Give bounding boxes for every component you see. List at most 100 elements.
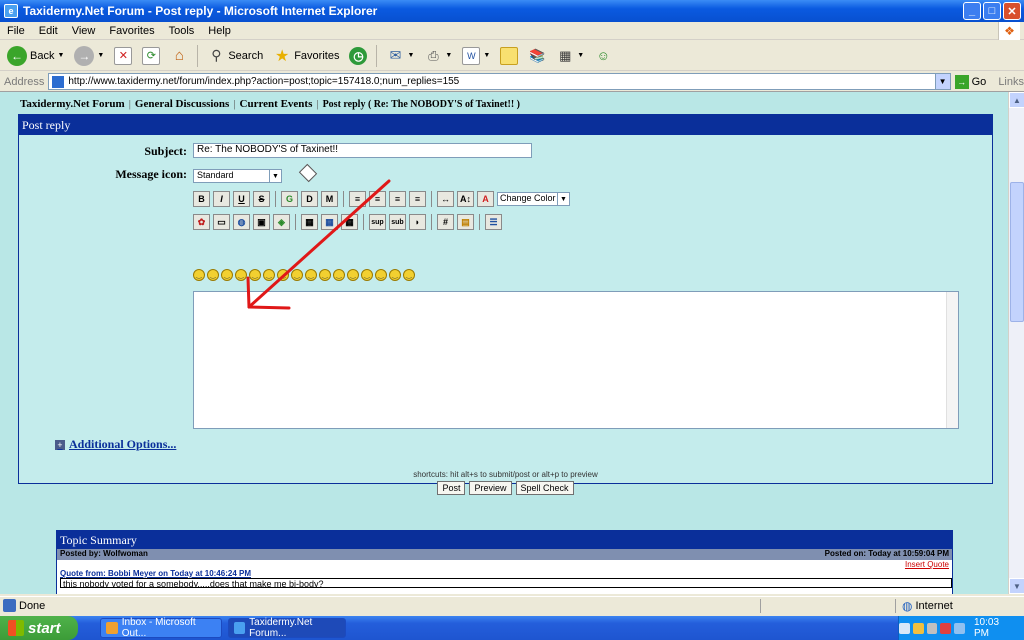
menu-view[interactable]: View <box>65 25 103 37</box>
media-button[interactable]: ▦ ▼ <box>553 44 587 68</box>
breadcrumb-current-events[interactable]: Current Events <box>240 98 313 110</box>
italic-button[interactable]: I <box>213 191 230 207</box>
list-button[interactable]: ☰ <box>485 214 502 230</box>
breadcrumb-general[interactable]: General Discussions <box>135 98 229 110</box>
email-button[interactable]: ▣ <box>253 214 270 230</box>
smiley-icon[interactable]: ‿ <box>375 269 387 281</box>
back-button[interactable]: ← Back ▼ <box>4 44 67 68</box>
address-dropdown-icon[interactable]: ▼ <box>934 74 950 89</box>
post-button[interactable]: Post <box>437 481 466 495</box>
messenger-icon: ☺ <box>596 48 610 63</box>
tray-icon-4[interactable] <box>940 622 952 634</box>
smiley-icon[interactable]: ‿ <box>403 269 415 281</box>
smiley-icon[interactable]: ‿ <box>249 269 261 281</box>
strike-button[interactable]: S <box>253 191 270 207</box>
teletype-button[interactable]: ◗ <box>409 214 426 230</box>
stop-button[interactable]: ✕ <box>111 44 135 68</box>
smiley-icon[interactable]: ‿ <box>347 269 359 281</box>
ftp-button[interactable]: ◈ <box>273 214 290 230</box>
menu-file[interactable]: File <box>0 25 32 37</box>
close-button[interactable]: ✕ <box>1003 2 1021 20</box>
font-size-button[interactable]: A↕ <box>457 191 474 207</box>
align-right-button[interactable]: ≡ <box>389 191 406 207</box>
tray-icon-1[interactable] <box>899 622 910 634</box>
smiley-icon[interactable]: ‿ <box>291 269 303 281</box>
links-button[interactable]: Links <box>998 76 1024 88</box>
tray-icon-3[interactable] <box>926 622 938 634</box>
quote-from-link[interactable]: Quote from: Bobbi Meyer on Today at 10:4… <box>57 569 952 578</box>
subscript-button[interactable]: sub <box>389 214 406 230</box>
smiley-icon[interactable]: ‿ <box>221 269 233 281</box>
message-textarea[interactable] <box>193 291 959 429</box>
scroll-thumb[interactable] <box>1010 182 1024 322</box>
change-color-select[interactable]: Change Color ▼ <box>497 192 570 206</box>
spell-check-button[interactable]: Spell Check <box>515 481 574 495</box>
additional-options-link[interactable]: + Additional Options... <box>55 437 176 452</box>
subject-input[interactable]: Re: The NOBODY'S of Taxinet!! <box>193 143 532 158</box>
hr-button[interactable]: ↔ <box>437 191 454 207</box>
smiley-icon[interactable]: ‿ <box>207 269 219 281</box>
underline-button[interactable]: U <box>233 191 250 207</box>
history-button[interactable]: ◷ <box>346 44 370 68</box>
breadcrumb-forum[interactable]: Taxidermy.Net Forum <box>20 98 125 110</box>
smiley-icon[interactable]: ‿ <box>319 269 331 281</box>
menu-help[interactable]: Help <box>201 25 238 37</box>
image-button[interactable]: ▭ <box>213 214 230 230</box>
start-button[interactable]: start <box>0 616 78 640</box>
table-row-button[interactable]: ▦ <box>321 214 338 230</box>
research-button[interactable]: 📚 <box>525 44 549 68</box>
refresh-button[interactable]: ⟳ <box>139 44 163 68</box>
smiley-icon[interactable]: ‿ <box>193 269 205 281</box>
maximize-button[interactable]: □ <box>983 2 1001 20</box>
home-button[interactable]: ⌂ <box>167 44 191 68</box>
glow-button[interactable]: G <box>281 191 298 207</box>
menu-edit[interactable]: Edit <box>32 25 65 37</box>
align-center-button[interactable]: ≡ <box>369 191 386 207</box>
network-icon[interactable] <box>954 622 965 634</box>
favorites-button[interactable]: ★ Favorites <box>270 44 342 68</box>
menu-bar: File Edit View Favorites Tools Help <box>0 22 1024 40</box>
task-outlook[interactable]: Inbox - Microsoft Out... <box>100 617 222 639</box>
messenger-button[interactable]: ☺ <box>591 44 615 68</box>
table-button[interactable]: ▦ <box>301 214 318 230</box>
message-icon-select[interactable]: Standard ▼ <box>193 169 282 183</box>
scroll-up-icon[interactable]: ▲ <box>1009 92 1024 108</box>
forward-button[interactable]: → ▼ <box>71 44 107 68</box>
smiley-icon[interactable]: ‿ <box>263 269 275 281</box>
smiley-icon[interactable]: ‿ <box>235 269 247 281</box>
scroll-down-icon[interactable]: ▼ <box>1009 578 1024 594</box>
mail-button[interactable]: ✉ ▼ <box>383 44 417 68</box>
marquee-button[interactable]: M <box>321 191 338 207</box>
justify-button[interactable]: ≡ <box>409 191 426 207</box>
smiley-icon[interactable]: ‿ <box>305 269 317 281</box>
page-scrollbar[interactable]: ▲ ▼ <box>1008 92 1024 594</box>
edit-button[interactable]: W ▼ <box>459 44 493 68</box>
go-button[interactable]: → Go <box>954 74 986 89</box>
tray-icon-2[interactable] <box>912 622 924 634</box>
menu-tools[interactable]: Tools <box>162 25 202 37</box>
superscript-button[interactable]: sup <box>369 214 386 230</box>
textarea-scrollbar[interactable] <box>946 292 958 428</box>
preview-button[interactable]: Preview <box>469 481 512 495</box>
menu-favorites[interactable]: Favorites <box>102 25 161 37</box>
table-column-button[interactable]: ▦ <box>341 214 358 230</box>
font-face-button[interactable]: A <box>477 191 494 207</box>
quote-button[interactable]: ▤ <box>457 214 474 230</box>
minimize-button[interactable]: _ <box>963 2 981 20</box>
address-input[interactable]: http://www.taxidermy.net/forum/index.php… <box>48 73 951 90</box>
smiley-icon[interactable]: ‿ <box>277 269 289 281</box>
discuss-button[interactable] <box>497 44 521 68</box>
flash-button[interactable]: ✿ <box>193 214 210 230</box>
task-ie-forum[interactable]: Taxidermy.Net Forum... <box>228 617 346 639</box>
code-button[interactable]: # <box>437 214 454 230</box>
align-left-button[interactable]: ≡ <box>349 191 366 207</box>
print-button[interactable]: ⎙ ▼ <box>421 44 455 68</box>
bold-button[interactable]: B <box>193 191 210 207</box>
insert-quote-link[interactable]: Insert Quote <box>57 560 952 569</box>
smiley-icon[interactable]: ‿ <box>361 269 373 281</box>
shadow-button[interactable]: D <box>301 191 318 207</box>
smiley-icon[interactable]: ‿ <box>333 269 345 281</box>
smiley-icon[interactable]: ‿ <box>389 269 401 281</box>
search-button[interactable]: ⚲ Search <box>204 44 266 68</box>
url-button[interactable]: ◍ <box>233 214 250 230</box>
